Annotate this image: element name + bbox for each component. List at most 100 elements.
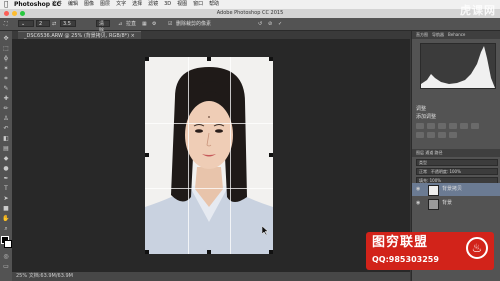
menu-help[interactable]: 帮助 (209, 0, 219, 9)
channel-mixer-icon[interactable] (449, 132, 457, 138)
mouse-cursor-icon (262, 226, 268, 235)
layer-row-selected[interactable]: ◉ 背景拷贝 (412, 183, 500, 196)
adjustments-title: 调整 (416, 106, 427, 112)
commit-crop-icon[interactable]: ✓ (278, 20, 282, 28)
move-tool-icon[interactable]: ✥ (2, 35, 10, 43)
menu-select[interactable]: 选择 (132, 0, 142, 9)
swap-icon[interactable]: ⇄ (52, 20, 56, 28)
blend-mode-select[interactable]: 正常 不透明度: 100% (416, 168, 498, 175)
layer-thumbnail (428, 185, 439, 196)
layers-panel-tabs[interactable]: 图层 通道 路径 (412, 149, 500, 157)
visibility-eye-icon[interactable]: ◉ (416, 197, 420, 210)
delete-cropped-label: 删除裁剪的像素 (176, 21, 212, 27)
zoom-tool-icon[interactable]: ⌕ (2, 225, 10, 233)
menu-items: 文件 编辑 图像 图层 文字 选择 滤镜 3D 视图 窗口 帮助 (52, 0, 219, 9)
crop-handle-top-right[interactable] (269, 57, 273, 61)
straighten-icon[interactable]: ⊿ (118, 20, 122, 28)
menu-bar:  Photoshop CC 文件 编辑 图像 图层 文字 选择 滤镜 3D 视… (0, 0, 500, 9)
cancel-crop-icon[interactable]: ⊘ (268, 20, 272, 28)
ratio-preset-select[interactable]: ⌄ (18, 20, 34, 27)
visibility-eye-icon[interactable]: ◉ (416, 183, 420, 196)
brand-qq-text: QQ:985303259 (372, 255, 439, 264)
ratio-width-input[interactable]: 2 (36, 20, 50, 27)
curves-icon[interactable] (438, 123, 446, 129)
opacity-label: 不透明度: 100% (430, 169, 461, 174)
type-tool-icon[interactable]: T (2, 185, 10, 193)
crop-handle-top-left[interactable] (145, 57, 149, 61)
status-bar: 25% 文档:63.9M/63.9M (12, 272, 410, 281)
levels-icon[interactable] (427, 123, 435, 129)
crop-handle-right[interactable] (269, 153, 273, 157)
black-white-icon[interactable] (427, 132, 435, 138)
options-bar: ⛶ ⌄ 2 ⇄ 3.5 清除 ⊿ 拉直 ▦ ⚙ ☑ 删除裁剪的像素 ↺ ⊘ ✓ (0, 18, 500, 34)
menu-view[interactable]: 视图 (177, 0, 187, 9)
tab-behance[interactable]: Behance (448, 31, 465, 39)
apple-icon[interactable]:  (4, 0, 8, 9)
shape-tool-icon[interactable]: ■ (2, 205, 10, 213)
tab-histogram[interactable]: 直方图 (416, 31, 428, 39)
histogram-graph (421, 46, 495, 88)
hand-tool-icon[interactable]: ✋ (2, 215, 10, 223)
menu-type[interactable]: 文字 (116, 0, 126, 9)
crop-handle-left[interactable] (145, 153, 149, 157)
eraser-tool-icon[interactable]: ◧ (2, 135, 10, 143)
vibrance-icon[interactable] (460, 123, 468, 129)
healing-brush-tool-icon[interactable]: ✚ (2, 95, 10, 103)
layer-kind-filter[interactable]: 类型 (416, 159, 498, 166)
quick-mask-icon[interactable]: ◎ (2, 253, 10, 261)
delete-cropped-checkbox[interactable]: ☑ (168, 20, 172, 28)
color-balance-icon[interactable] (416, 132, 424, 138)
layer-name: 背景 (442, 200, 453, 206)
ratio-height-input[interactable]: 3.5 (60, 20, 76, 27)
window-titlebar: Adobe Photoshop CC 2015 (0, 9, 500, 18)
exposure-icon[interactable] (449, 123, 457, 129)
eyedropper-tool-icon[interactable]: ✎ (2, 85, 10, 93)
brush-tool-icon[interactable]: ✏ (2, 105, 10, 113)
menu-filter[interactable]: 滤镜 (148, 0, 158, 9)
histogram-panel-tabs: 直方图 导航器 Behance (412, 31, 500, 39)
path-selection-tool-icon[interactable]: ➤ (2, 195, 10, 203)
crop-handle-bottom-left[interactable] (145, 250, 149, 254)
settings-gear-icon[interactable]: ⚙ (152, 20, 156, 28)
menu-3d[interactable]: 3D (164, 0, 171, 9)
portrait-photo[interactable] (145, 57, 273, 254)
menu-image[interactable]: 图像 (84, 0, 94, 9)
brand-logo-badge: 图穷联盟 QQ:985303259 ♨ (366, 232, 494, 270)
photo-filter-icon[interactable] (438, 132, 446, 138)
marquee-tool-icon[interactable]: ⬚ (2, 45, 10, 53)
crop-grid-line (145, 123, 273, 124)
crop-handle-bottom-right[interactable] (269, 250, 273, 254)
history-brush-tool-icon[interactable]: ↶ (2, 125, 10, 133)
lasso-tool-icon[interactable]: ϕ (2, 55, 10, 63)
tab-navigator[interactable]: 导航器 (432, 31, 444, 39)
crop-tool-icon[interactable]: ⌗ (2, 75, 10, 83)
menu-window[interactable]: 窗口 (193, 0, 203, 9)
crop-tool-icon[interactable]: ⛶ (4, 20, 8, 28)
add-adjustment-label: 添加调整 (416, 114, 437, 120)
screen-mode-icon[interactable]: ▭ (2, 263, 10, 271)
hue-saturation-icon[interactable] (471, 123, 479, 129)
window-title: Adobe Photoshop CC 2015 (216, 10, 284, 16)
brightness-icon[interactable] (416, 123, 424, 129)
adjustment-icons (416, 123, 486, 138)
crop-handle-top[interactable] (207, 57, 211, 61)
layer-row[interactable]: ◉ 背景 (412, 197, 500, 210)
blend-mode-label: 正常 (419, 169, 427, 174)
undo-icon[interactable]: ↺ (258, 20, 262, 28)
pen-tool-icon[interactable]: ✒ (2, 175, 10, 183)
clone-stamp-tool-icon[interactable]: ♙ (2, 115, 10, 123)
menu-layer[interactable]: 图层 (100, 0, 110, 9)
grid-overlay-icon[interactable]: ▦ (142, 20, 147, 28)
menu-file[interactable]: 文件 (52, 0, 62, 9)
layers-controls: 类型 正常 不透明度: 100% 填充: 100% (416, 159, 498, 184)
straighten-label[interactable]: 拉直 (126, 20, 136, 28)
menu-edit[interactable]: 编辑 (68, 0, 78, 9)
dodge-tool-icon[interactable]: ● (2, 165, 10, 173)
magic-wand-tool-icon[interactable]: ✶ (2, 65, 10, 73)
blur-tool-icon[interactable]: ◆ (2, 155, 10, 163)
brand-logo-text: 图穷联盟 (372, 235, 429, 250)
background-color-swatch[interactable] (4, 240, 12, 248)
gradient-tool-icon[interactable]: ▤ (2, 145, 10, 153)
crop-handle-bottom[interactable] (207, 250, 211, 254)
clear-button[interactable]: 清除 (96, 20, 110, 34)
